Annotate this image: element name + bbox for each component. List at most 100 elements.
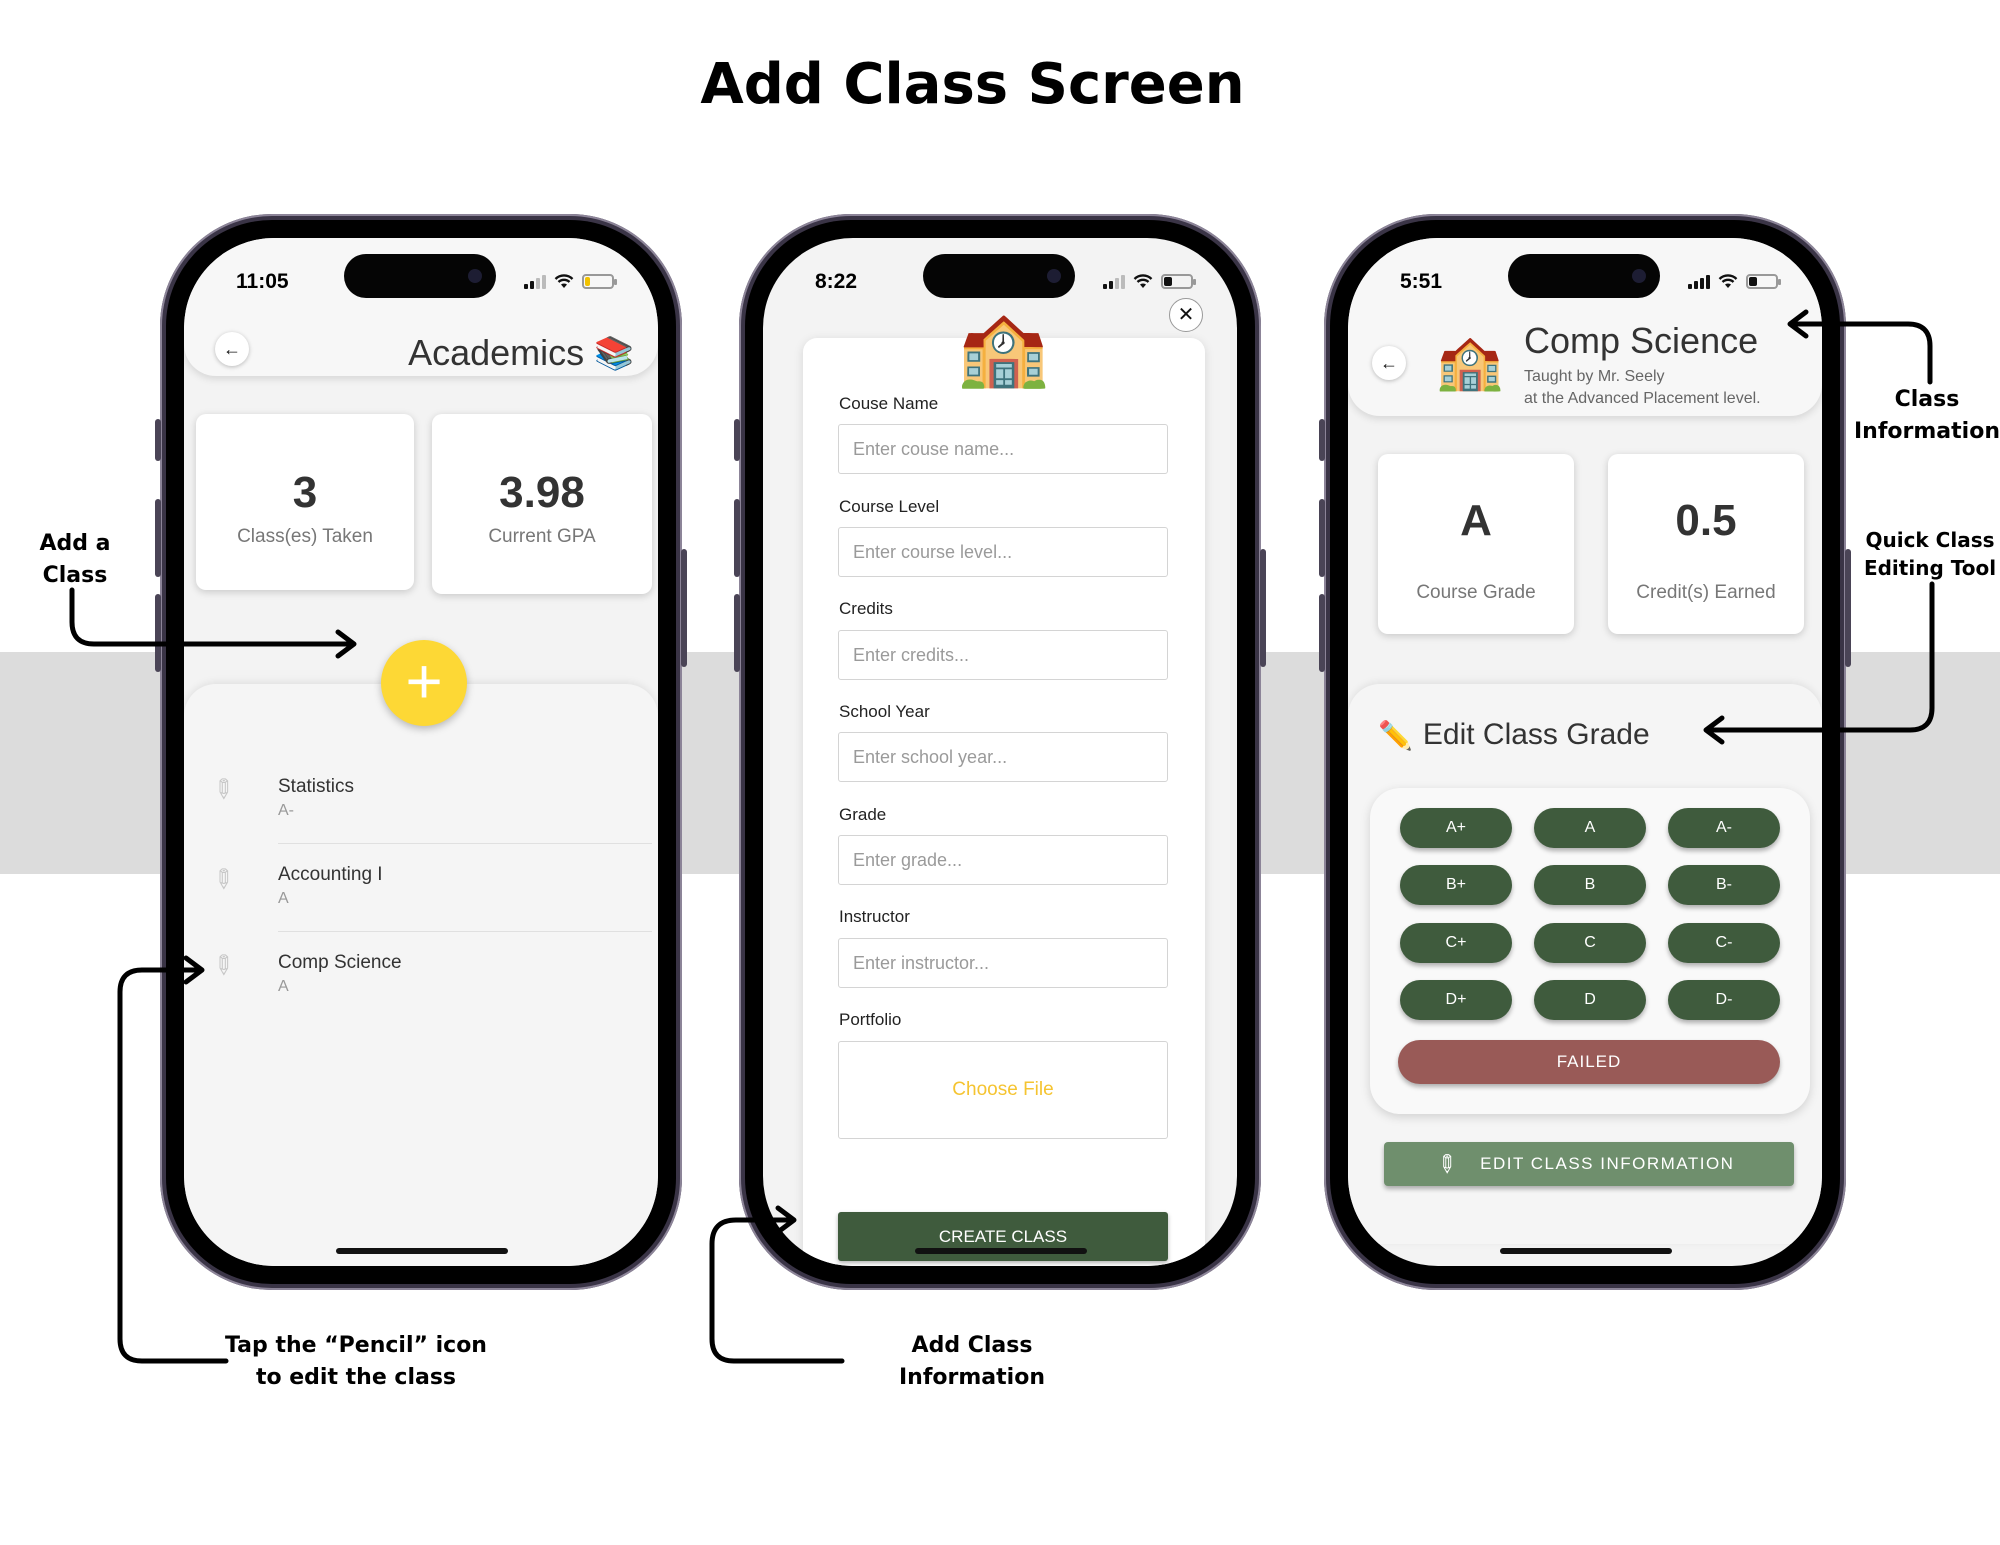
course-name-label: Couse Name bbox=[839, 394, 939, 413]
class-name: Comp Science bbox=[1524, 320, 1759, 361]
instructor-input[interactable] bbox=[838, 938, 1168, 988]
class-name: Comp Science bbox=[278, 952, 402, 973]
portfolio-label: Portfolio bbox=[839, 1010, 902, 1029]
school-year-input[interactable] bbox=[838, 732, 1168, 782]
phone-class-detail: 5:51 ← 🏫 Comp Science Taught by Mr. Seel… bbox=[1319, 214, 1851, 1290]
pencil-icon[interactable]: ✎ bbox=[204, 771, 242, 808]
credits-input[interactable] bbox=[838, 630, 1168, 680]
academics-screen: 11:05 ← Academics 📚 3 Class(es) Taken 3.… bbox=[184, 238, 658, 1266]
home-indicator bbox=[1500, 1248, 1672, 1254]
wifi-icon bbox=[554, 274, 574, 288]
screen-title: Academics 📚 bbox=[408, 332, 634, 374]
annotation-pencil: Tap the “Pencil” icon to edit the class bbox=[225, 1333, 487, 1390]
pencil-icon[interactable]: ✎ bbox=[204, 861, 242, 898]
page-title: Add Class Screen bbox=[700, 52, 1245, 117]
class-list: ✎ Statistics A- ✎ Accounting I A ✎ Comp … bbox=[184, 756, 658, 1020]
grade-label: Grade bbox=[839, 805, 887, 824]
signal-icon bbox=[1103, 274, 1125, 289]
wifi-icon bbox=[1718, 274, 1738, 288]
edit-grade-title: Edit Class Grade bbox=[1422, 718, 1650, 751]
list-item[interactable]: ✎ Comp Science A bbox=[205, 932, 652, 1020]
course-level-label: Course Level bbox=[839, 497, 940, 516]
classes-taken-value: 3 bbox=[292, 468, 318, 517]
grade-d-plus-button[interactable]: D+ bbox=[1400, 980, 1512, 1020]
grade-a-minus-button[interactable]: A- bbox=[1668, 808, 1780, 848]
class-teacher: Taught by Mr. Seely bbox=[1524, 368, 1665, 385]
failed-button[interactable]: FAILED bbox=[1398, 1040, 1780, 1084]
choose-file-link[interactable]: Choose File bbox=[952, 1079, 1053, 1100]
school-icon: 🏫 bbox=[1436, 332, 1504, 392]
dynamic-island bbox=[1508, 254, 1660, 298]
wifi-icon bbox=[1133, 274, 1153, 288]
class-detail-screen: 5:51 ← 🏫 Comp Science Taught by Mr. Seel… bbox=[1348, 238, 1822, 1266]
edit-class-info-button[interactable]: ✎ EDIT CLASS INFORMATION bbox=[1384, 1142, 1794, 1186]
grade-c-button[interactable]: C bbox=[1534, 923, 1646, 963]
status-time: 5:51 bbox=[1400, 270, 1443, 293]
grade-d-minus-button[interactable]: D- bbox=[1668, 980, 1780, 1020]
classes-taken-label: Class(es) Taken bbox=[237, 526, 373, 547]
list-item[interactable]: ✎ Statistics A- bbox=[205, 756, 652, 844]
credits-earned-card: 0.5 Credit(s) Earned bbox=[1608, 454, 1804, 634]
credits-earned-value: 0.5 bbox=[1675, 496, 1737, 545]
class-grade: A- bbox=[278, 802, 294, 819]
gpa-card: 3.98 Current GPA bbox=[432, 414, 652, 594]
course-name-input[interactable] bbox=[838, 424, 1168, 474]
add-class-button[interactable]: + bbox=[381, 640, 467, 726]
grade-b-button[interactable]: B bbox=[1534, 865, 1646, 905]
phone-academics: 11:05 ← Academics 📚 3 Class(es) Taken 3.… bbox=[155, 214, 687, 1290]
grade-picker: A+ A A- B+ B B- C+ C C- D+ D D- FAILED bbox=[1370, 788, 1810, 1114]
books-icon: 📚 bbox=[594, 335, 634, 371]
choose-file-dropzone[interactable]: Choose File bbox=[838, 1041, 1168, 1139]
plus-icon: + bbox=[405, 645, 443, 717]
back-button[interactable]: ← bbox=[215, 332, 249, 366]
status-time: 8:22 bbox=[815, 270, 858, 293]
class-grade: A bbox=[278, 890, 289, 907]
credits-label: Credits bbox=[839, 599, 893, 618]
gpa-value: 3.98 bbox=[499, 468, 585, 517]
class-level: at the Advanced Placement level. bbox=[1524, 390, 1761, 407]
classes-taken-card: 3 Class(es) Taken bbox=[196, 414, 414, 590]
school-icon: 🏫 bbox=[957, 306, 1050, 389]
school-year-label: School Year bbox=[839, 702, 930, 721]
status-time: 11:05 bbox=[236, 270, 289, 293]
grade-input[interactable] bbox=[838, 835, 1168, 885]
pencil-icon[interactable]: ✎ bbox=[204, 947, 242, 984]
course-level-input[interactable] bbox=[838, 527, 1168, 577]
class-name: Accounting I bbox=[278, 864, 383, 885]
credits-earned-label: Credit(s) Earned bbox=[1636, 582, 1776, 603]
class-name: Statistics bbox=[278, 776, 355, 797]
dynamic-island bbox=[344, 254, 496, 298]
status-icons bbox=[1688, 274, 1781, 289]
edit-grade-heading: ✏️ Edit Class Grade bbox=[1378, 718, 1650, 752]
grade-c-plus-button[interactable]: C+ bbox=[1400, 923, 1512, 963]
annotation-add-class: Add a Class bbox=[39, 531, 111, 588]
signal-icon bbox=[1688, 274, 1710, 289]
back-button[interactable]: ← bbox=[1372, 346, 1406, 380]
form-card: 🏫 Couse Name Course Level Credits School… bbox=[803, 306, 1205, 1266]
annotation-add-info: Add Class Information bbox=[899, 1333, 1045, 1390]
grade-d-button[interactable]: D bbox=[1534, 980, 1646, 1020]
annotation-class-info: Class Information bbox=[1854, 387, 2000, 444]
close-button[interactable]: ✕ bbox=[1169, 298, 1203, 332]
grade-c-minus-button[interactable]: C- bbox=[1668, 923, 1780, 963]
course-grade-card: A Course Grade bbox=[1378, 454, 1574, 634]
battery-icon bbox=[1746, 274, 1781, 289]
instructor-label: Instructor bbox=[839, 907, 910, 926]
close-icon: ✕ bbox=[1177, 304, 1195, 326]
grade-a-plus-button[interactable]: A+ bbox=[1400, 808, 1512, 848]
grade-b-minus-button[interactable]: B- bbox=[1668, 865, 1780, 905]
course-grade-value: A bbox=[1460, 496, 1492, 545]
grade-a-button[interactable]: A bbox=[1534, 808, 1646, 848]
annotation-quick-edit: Quick Class Editing Tool bbox=[1863, 528, 1997, 580]
phone-add-class: 8:22 ✕ 🏫 Couse Name Course Level Credits… bbox=[734, 214, 1266, 1290]
signal-icon bbox=[524, 274, 546, 289]
list-item[interactable]: ✎ Accounting I A bbox=[205, 844, 652, 932]
dynamic-island bbox=[923, 254, 1075, 298]
battery-icon bbox=[582, 274, 617, 289]
grade-b-plus-button[interactable]: B+ bbox=[1400, 865, 1512, 905]
status-icons bbox=[524, 274, 617, 289]
status-icons bbox=[1103, 274, 1196, 289]
pencil-emoji-icon: ✏️ bbox=[1378, 719, 1413, 751]
gpa-label: Current GPA bbox=[488, 526, 596, 547]
add-class-screen: 8:22 ✕ 🏫 Couse Name Course Level Credits… bbox=[763, 238, 1237, 1266]
